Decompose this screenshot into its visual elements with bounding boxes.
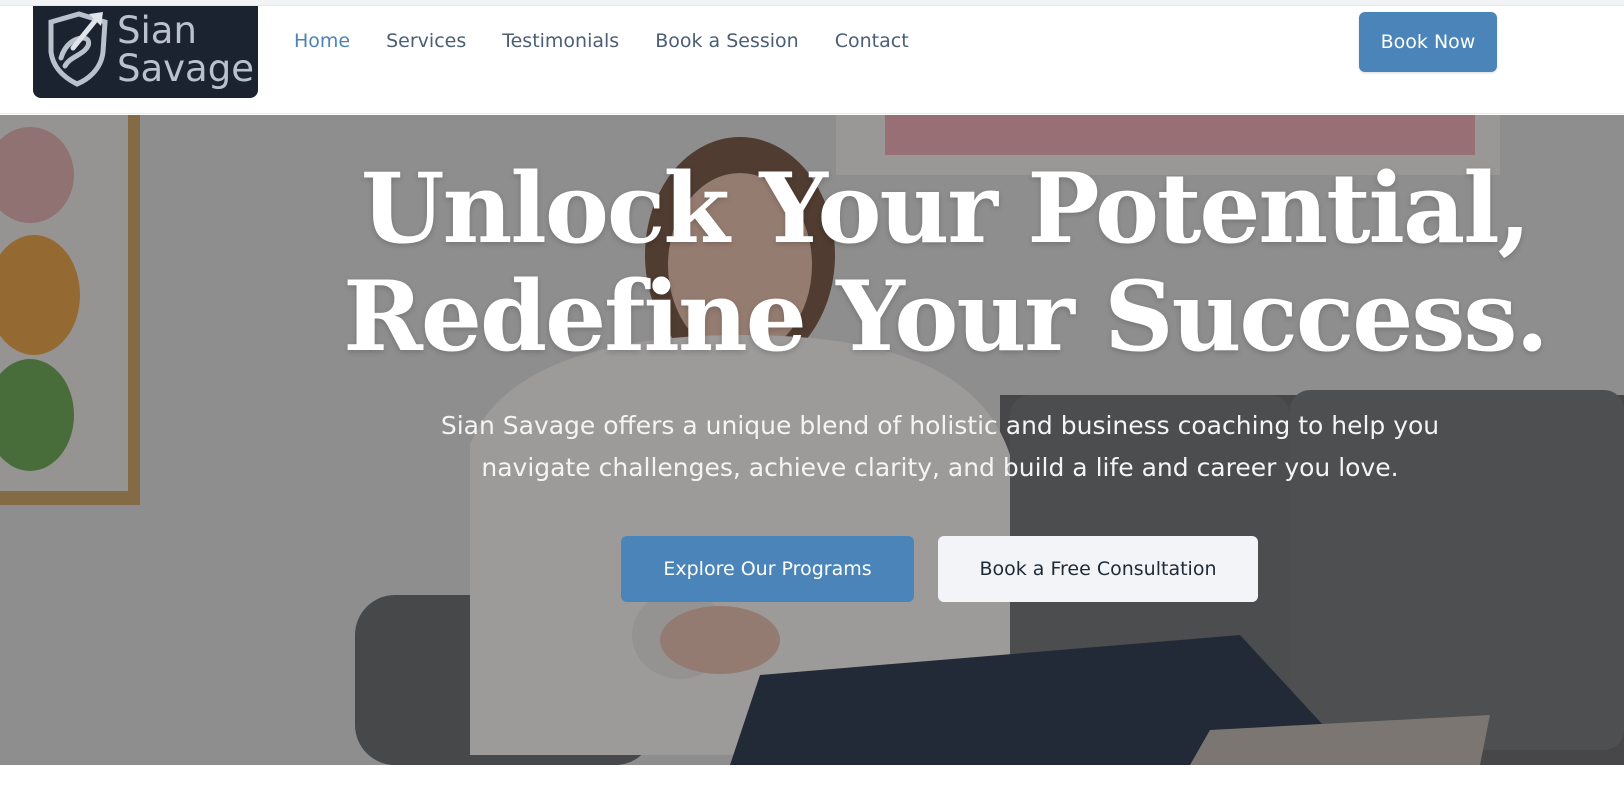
hero-subtitle: Sian Savage offers a unique blend of hol… (380, 405, 1500, 489)
hero-section: Unlock Your Potential, Redefine Your Suc… (0, 115, 1624, 765)
brand-wordmark-line2: Savage (117, 47, 254, 90)
main-navigation: Home Services Testimonials Book a Sessio… (294, 30, 945, 52)
hero-subtitle-line2: navigate challenges, achieve clarity, an… (481, 453, 1399, 482)
shield-arrow-logo-icon (48, 11, 108, 87)
hero-heading-line1: Unlock Your Potential, (360, 152, 1531, 265)
nav-link-book-a-session[interactable]: Book a Session (655, 30, 799, 52)
brand-wordmark-line1: Sian (117, 9, 197, 52)
hero-subtitle-line1: Sian Savage offers a unique blend of hol… (440, 411, 1440, 440)
explore-programs-button[interactable]: Explore Our Programs (621, 536, 914, 602)
nav-link-services[interactable]: Services (386, 30, 466, 52)
nav-link-testimonials[interactable]: Testimonials (502, 30, 619, 52)
hero-heading-line2: Redefine Your Success. (343, 260, 1549, 373)
page-content-below-hero (0, 765, 1624, 811)
nav-link-home[interactable]: Home (294, 30, 350, 52)
book-now-button[interactable]: Book Now (1359, 12, 1497, 72)
hero-heading: Unlock Your Potential, Redefine Your Suc… (0, 155, 1624, 371)
brand-logo[interactable]: Sian Savage (33, 6, 258, 98)
nav-link-contact[interactable]: Contact (835, 30, 909, 52)
site-header: Sian Savage Home Services Testimonials B… (0, 6, 1624, 114)
free-consultation-button[interactable]: Book a Free Consultation (938, 536, 1258, 602)
brand-wordmark: Sian Savage (117, 12, 254, 88)
